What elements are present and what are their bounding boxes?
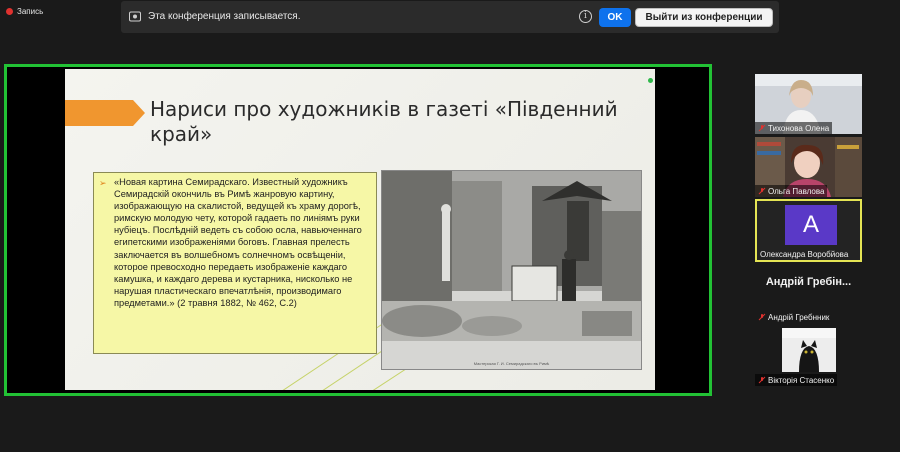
leave-meeting-button[interactable]: Выйти из конференции	[635, 8, 773, 27]
info-icon[interactable]: i	[579, 10, 592, 23]
recording-label: Запись	[17, 6, 44, 16]
photo-caption: Мастерская Г. И. Семирадскаго въ Римѣ	[473, 361, 550, 366]
studio-photograph: Мастерская Г. И. Семирадскаго въ Римѣ	[381, 170, 642, 370]
recording-camera-icon	[129, 11, 141, 22]
participant-name: Андрій Гребнник	[755, 311, 832, 323]
presentation-slide: Нариси про художників в газеті «Південни…	[65, 69, 655, 390]
quote-box: ➢ «Новая картина Семирадскаго. Известный…	[93, 172, 377, 354]
participant-name: Вікторія Стасенко	[755, 374, 838, 386]
studio-photo-image	[382, 171, 641, 369]
slide-title: Нариси про художників в газеті «Південни…	[150, 97, 618, 146]
participant-tile[interactable]: Ольга Павлова	[755, 137, 862, 197]
participant-display-name: Андрій Гребін...	[765, 276, 852, 288]
participant-name: Тихонова Олена	[755, 122, 833, 134]
record-dot-icon	[6, 7, 13, 15]
arrow-bullet-icon: ➢	[99, 178, 107, 188]
zoom-meeting-window: Запись Эта конференция записывается. i O…	[0, 0, 900, 452]
title-arrow-decoration	[65, 100, 145, 126]
ok-button[interactable]: OK	[599, 8, 631, 27]
participant-tile-active-speaker[interactable]: A Олександра Воробйова	[755, 199, 862, 262]
participant-tile[interactable]: Тихонова Олена	[755, 74, 862, 134]
shared-screen: Нариси про художників в газеті «Південни…	[4, 64, 712, 396]
participant-avatar: A	[785, 205, 837, 245]
quote-text: «Новая картина Семирадскаго. Известный х…	[114, 177, 362, 308]
banner-text: Эта конференция записывается.	[148, 11, 301, 22]
participant-tile[interactable]: Андрій Гребін... Андрій Гребнник	[755, 263, 862, 323]
recording-consent-banner: Эта конференция записывается. i OK Выйти…	[121, 1, 779, 33]
pointer-dot	[648, 78, 653, 83]
mic-muted-icon	[758, 313, 766, 321]
mic-muted-icon	[758, 124, 766, 132]
participant-name: Олександра Воробйова	[760, 249, 849, 259]
mic-muted-icon	[758, 376, 766, 384]
participant-tile[interactable]: Вікторія Стасенко	[755, 326, 862, 386]
recording-indicator[interactable]: Запись	[6, 4, 43, 18]
participant-name: Ольга Павлова	[755, 185, 828, 197]
mic-muted-icon	[758, 187, 766, 195]
